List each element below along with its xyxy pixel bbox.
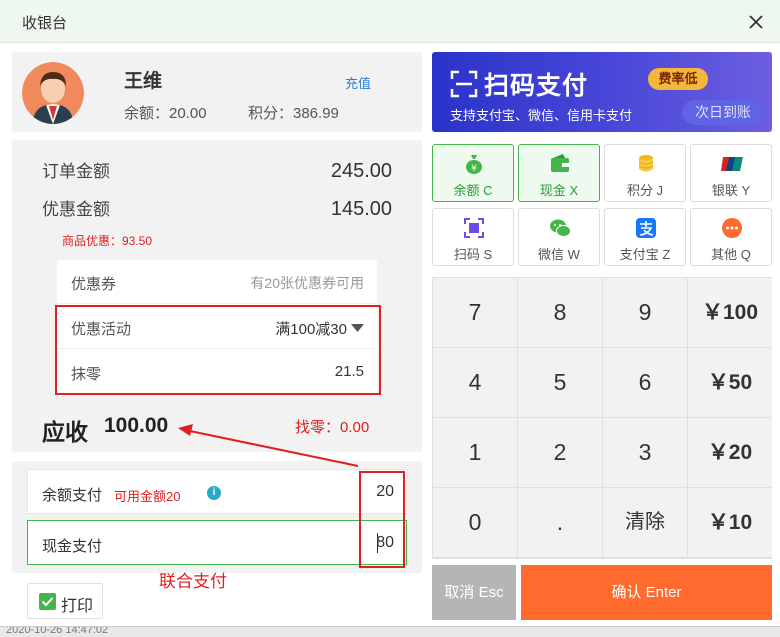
scan-frame-icon [450, 70, 478, 98]
key-4[interactable]: 4 [433, 348, 517, 417]
key-9[interactable]: 9 [603, 278, 687, 347]
key-2[interactable]: 2 [518, 418, 602, 487]
wechat-icon [550, 219, 571, 237]
print-label: 打印 [61, 598, 94, 615]
key-50[interactable]: ￥50 [688, 348, 772, 417]
key-1[interactable]: 1 [433, 418, 517, 487]
method-balance[interactable]: ¥ 余额 C [432, 144, 514, 202]
key-7[interactable]: 7 [433, 278, 517, 347]
svg-text:¥: ¥ [471, 164, 477, 174]
alipay-icon [636, 218, 656, 238]
key-3[interactable]: 3 [603, 418, 687, 487]
scan-icon [464, 218, 484, 238]
key-6[interactable]: 6 [603, 348, 687, 417]
wallet-icon [551, 154, 569, 172]
method-wechat[interactable]: 微信 W [518, 208, 600, 266]
method-alipay[interactable]: 支付宝 Z [604, 208, 686, 266]
method-unionpay[interactable]: 银联 Y [690, 144, 772, 202]
print-checkbox[interactable]: 打印 [27, 583, 103, 619]
coins-icon [638, 155, 654, 172]
money-bag-icon: ¥ [466, 155, 482, 174]
method-label: 其他 Q [711, 247, 751, 262]
banner-title: 扫码支付 [484, 72, 589, 100]
low-fee-badge: 费率低 [648, 68, 708, 90]
more-icon [722, 218, 742, 238]
method-label: 扫码 S [453, 247, 493, 262]
next-day-badge: 次日到账 [682, 100, 764, 125]
method-scan[interactable]: 扫码 S [432, 208, 514, 266]
method-other[interactable]: 其他 Q [690, 208, 772, 266]
method-label: 余额 C [453, 183, 493, 198]
method-label: 积分 J [626, 183, 664, 198]
method-cash[interactable]: 现金 X [518, 144, 600, 202]
confirm-button[interactable]: 确认 Enter [521, 565, 772, 620]
method-label: 现金 X [539, 183, 579, 198]
key-20[interactable]: ￥20 [688, 418, 772, 487]
method-points[interactable]: 积分 J [604, 144, 686, 202]
method-label: 银联 Y [711, 183, 751, 198]
banner-subtitle: 支持支付宝、微信、信用卡支付 [450, 108, 633, 123]
key-8[interactable]: 8 [518, 278, 602, 347]
numeric-keypad: 7 8 9 ￥100 4 5 6 ￥50 1 2 3 ￥20 0 . 清除 ￥1… [432, 277, 772, 559]
unionpay-icon [721, 157, 743, 171]
key-100[interactable]: ￥100 [688, 278, 772, 347]
clear-button[interactable]: 清除 [603, 488, 687, 557]
scan-pay-banner[interactable]: 扫码支付 支持支付宝、微信、信用卡支付 费率低 次日到账 [432, 52, 772, 132]
background-timestamp: 2020-10-26 14:47:02 [6, 626, 109, 636]
method-label: 支付宝 Z [619, 247, 671, 262]
cancel-button[interactable]: 取消 Esc [432, 565, 516, 620]
checkbox-checked-icon [39, 593, 56, 610]
background-strip: 2020-10-26 14:47:02 [0, 626, 780, 637]
key-10[interactable]: ￥10 [688, 488, 772, 557]
key-dot[interactable]: . [518, 488, 602, 557]
combined-payment-note: 联合支付 [159, 572, 227, 591]
key-5[interactable]: 5 [518, 348, 602, 417]
method-label: 微信 W [538, 247, 580, 262]
key-0[interactable]: 0 [433, 488, 517, 557]
